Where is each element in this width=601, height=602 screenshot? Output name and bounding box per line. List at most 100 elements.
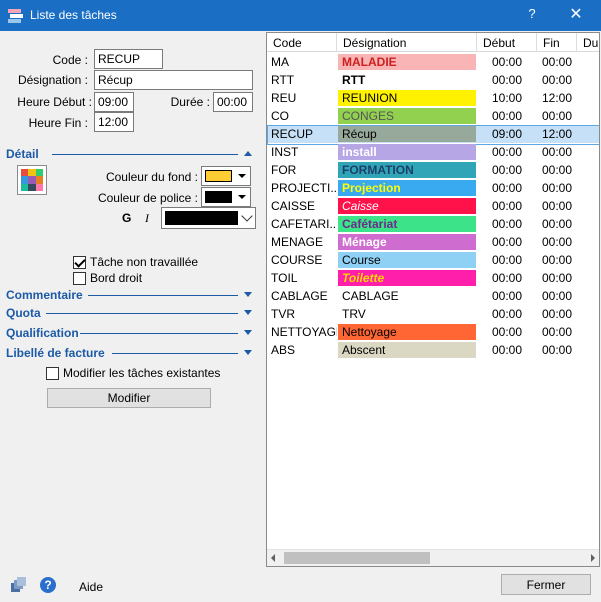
- table-row[interactable]: CAFETARI... Cafétariat 00:00 00:00: [267, 215, 599, 233]
- task-detail-panel: Code : Désignation : Heure Début : Durée…: [0, 31, 265, 564]
- code-label: Code :: [52, 53, 88, 67]
- cell-designation: Ménage: [338, 234, 476, 250]
- cell-code: NETTOYAGE: [271, 325, 337, 339]
- cell-fin: 00:00: [541, 145, 573, 159]
- column-header-designation[interactable]: Désignation: [337, 33, 477, 52]
- help-circle-icon[interactable]: ?: [40, 577, 56, 593]
- table-row[interactable]: CAISSE Caisse 00:00 00:00: [267, 197, 599, 215]
- cell-designation: Récup: [338, 126, 476, 142]
- heure-debut-input[interactable]: [94, 92, 134, 112]
- column-header-duree[interactable]: Du: [577, 33, 599, 52]
- cell-code: PROJECTI...: [271, 181, 337, 195]
- cell-fin: 00:00: [541, 253, 573, 267]
- libelle-facture-section-header[interactable]: Libellé de facture: [6, 346, 254, 360]
- bold-button[interactable]: G: [122, 211, 131, 225]
- cell-code: RTT: [271, 73, 295, 87]
- table-row[interactable]: NETTOYAGE Nettoyage 00:00 00:00: [267, 323, 599, 341]
- cell-debut: 00:00: [491, 181, 523, 195]
- duree-input[interactable]: [213, 92, 253, 112]
- table-row[interactable]: TOIL Toilette 00:00 00:00: [267, 269, 599, 287]
- title-bar: Liste des tâches ? ✕: [0, 0, 601, 31]
- aide-label[interactable]: Aide: [79, 580, 103, 594]
- table-row[interactable]: MENAGE Ménage 00:00 00:00: [267, 233, 599, 251]
- cell-fin: 00:00: [541, 235, 573, 249]
- table-row[interactable]: ABS Abscent 00:00 00:00: [267, 341, 599, 359]
- table-row[interactable]: RTT RTT 00:00 00:00: [267, 71, 599, 89]
- database-icon[interactable]: [10, 577, 26, 593]
- table-row[interactable]: TVR TRV 00:00 00:00: [267, 305, 599, 323]
- tache-non-travaillee-label: Tâche non travaillée: [90, 255, 199, 269]
- table-row[interactable]: REU REUNION 10:00 12:00: [267, 89, 599, 107]
- table-row[interactable]: FOR FORMATION 00:00 00:00: [267, 161, 599, 179]
- cell-code: CAFETARI...: [271, 217, 337, 231]
- heure-fin-input[interactable]: [94, 112, 134, 132]
- cell-fin: 00:00: [541, 181, 573, 195]
- cell-code: COURSE: [271, 253, 323, 267]
- checkbox-box: [73, 272, 86, 285]
- cell-debut: 10:00: [491, 91, 523, 105]
- cell-designation: Abscent: [338, 342, 476, 358]
- cell-code: CO: [271, 109, 289, 123]
- column-header-code[interactable]: Code: [267, 33, 337, 52]
- checkbox-box: [73, 256, 86, 269]
- cell-designation: Cafétariat: [338, 216, 476, 232]
- cell-designation: Nettoyage: [338, 324, 476, 340]
- cell-fin: 00:00: [541, 55, 573, 69]
- cell-designation: TRV: [338, 306, 476, 322]
- couleur-fond-picker[interactable]: [201, 166, 251, 186]
- font-selector[interactable]: [161, 207, 256, 229]
- commentaire-section-header[interactable]: Commentaire: [6, 288, 254, 302]
- scroll-thumb[interactable]: [284, 552, 430, 564]
- checkbox-box: [46, 367, 59, 380]
- code-input[interactable]: [94, 49, 163, 69]
- heure-fin-label: Heure Fin :: [28, 116, 88, 130]
- cell-debut: 00:00: [491, 307, 523, 321]
- cell-fin: 00:00: [541, 343, 573, 357]
- table-row[interactable]: PROJECTI... Projection 00:00 00:00: [267, 179, 599, 197]
- close-button[interactable]: ✕: [563, 4, 589, 24]
- fermer-button[interactable]: Fermer: [501, 574, 591, 595]
- task-table[interactable]: Code Désignation Début Fin Du MA MALADIE 0…: [266, 32, 600, 567]
- expand-arrow-icon: [244, 350, 252, 355]
- table-row[interactable]: CABLAGE CABLAGE 00:00 00:00: [267, 287, 599, 305]
- cell-code: INST: [271, 145, 299, 159]
- scroll-left-icon[interactable]: [271, 554, 275, 562]
- couleur-police-picker[interactable]: [201, 187, 251, 207]
- modifier-button[interactable]: Modifier: [47, 388, 211, 408]
- column-header-debut[interactable]: Début: [477, 33, 537, 52]
- expand-arrow-icon: [244, 330, 252, 335]
- cell-designation: CONGES: [338, 108, 476, 124]
- scroll-right-icon[interactable]: [591, 554, 595, 562]
- cell-debut: 09:00: [491, 127, 523, 141]
- cell-designation: RTT: [338, 72, 476, 88]
- cell-debut: 00:00: [491, 253, 523, 267]
- italic-button[interactable]: I: [145, 211, 149, 226]
- cell-fin: 12:00: [541, 91, 573, 105]
- qualification-section-header[interactable]: Qualification: [6, 326, 254, 340]
- cell-fin: 00:00: [541, 217, 573, 231]
- heure-debut-label: Heure Début :: [17, 95, 92, 109]
- cell-fin: 00:00: [541, 109, 573, 123]
- cell-fin: 00:00: [541, 325, 573, 339]
- bord-droit-label: Bord droit: [90, 271, 143, 285]
- cell-code: CAISSE: [271, 199, 316, 213]
- horizontal-scrollbar[interactable]: [267, 549, 599, 566]
- table-row[interactable]: RECUP Récup 09:00 12:00: [267, 125, 599, 145]
- table-row[interactable]: COURSE Course 00:00 00:00: [267, 251, 599, 269]
- cell-code: REU: [271, 91, 297, 105]
- cell-designation: MALADIE: [338, 54, 476, 70]
- cell-designation: CABLAGE: [338, 288, 476, 304]
- column-header-fin[interactable]: Fin: [537, 33, 577, 52]
- quota-section-title: Quota: [6, 306, 41, 320]
- help-button[interactable]: ?: [522, 6, 542, 21]
- palette-button[interactable]: [17, 165, 47, 195]
- table-row[interactable]: INST install 00:00 00:00: [267, 143, 599, 161]
- cell-debut: 00:00: [491, 163, 523, 177]
- table-row[interactable]: MA MALADIE 00:00 00:00: [267, 53, 599, 71]
- table-row[interactable]: CO CONGES 00:00 00:00: [267, 107, 599, 125]
- couleur-fond-label: Couleur du fond :: [105, 170, 198, 184]
- designation-input[interactable]: [94, 70, 253, 90]
- detail-section-header[interactable]: Détail: [6, 147, 254, 161]
- window-title: Liste des tâches: [30, 8, 117, 22]
- quota-section-header[interactable]: Quota: [6, 306, 254, 320]
